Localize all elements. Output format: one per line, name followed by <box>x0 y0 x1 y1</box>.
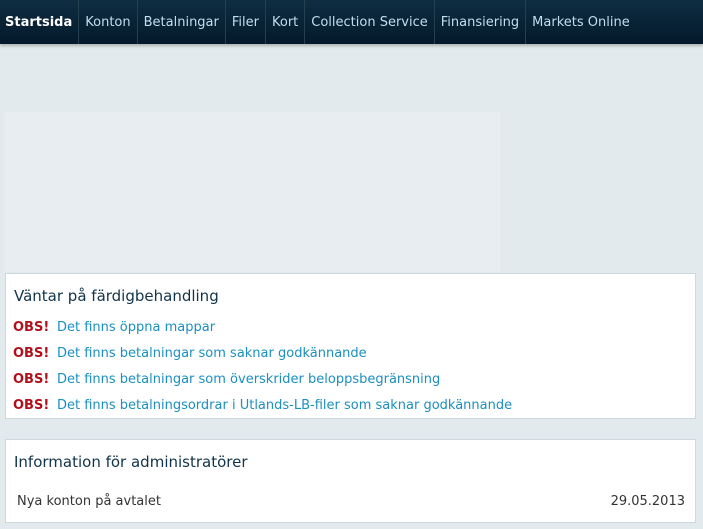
admin-panel: Information för administratörer Nya kont… <box>5 439 696 523</box>
pending-title: Väntar på färdigbehandling <box>14 287 219 305</box>
nav-konton[interactable]: Konton <box>79 0 138 44</box>
nav-kort[interactable]: Kort <box>266 0 306 44</box>
pending-link[interactable]: Det finns betalningar som överskrider be… <box>57 372 440 387</box>
nav-filer[interactable]: Filer <box>226 0 266 44</box>
main-nav: Startsida Konton Betalningar Filer Kort … <box>0 0 703 44</box>
pending-item: OBS! Det finns betalningar som saknar god… <box>13 346 367 361</box>
new-accounts-date: 29.05.2013 <box>610 494 685 509</box>
nav-markets-online[interactable]: Markets Online <box>526 0 636 44</box>
new-accounts-label: Nya konton på avtalet <box>17 494 161 509</box>
pending-link[interactable]: Det finns betalningar som saknar godkänn… <box>57 346 367 361</box>
pending-item: OBS! Det finns öppna mappar <box>13 320 215 335</box>
obs-label: OBS! <box>13 398 50 413</box>
pending-link[interactable]: Det finns betalningsordrar i Utlands-LB-… <box>57 398 512 413</box>
pending-link[interactable]: Det finns öppna mappar <box>57 320 215 335</box>
nav-finansiering[interactable]: Finansiering <box>435 0 527 44</box>
nav-startsida[interactable]: Startsida <box>0 0 80 44</box>
obs-label: OBS! <box>13 346 50 361</box>
nav-betalningar[interactable]: Betalningar <box>138 0 226 44</box>
banner-placeholder <box>5 112 500 272</box>
obs-label: OBS! <box>13 320 50 335</box>
pending-panel: Väntar på färdigbehandling OBS! Det finns… <box>5 273 696 419</box>
nav-collection-service[interactable]: Collection Service <box>305 0 435 44</box>
obs-label: OBS! <box>13 372 50 387</box>
pending-item: OBS! Det finns betalningsordrar i Utlands… <box>13 398 512 413</box>
admin-title: Information för administratörer <box>14 453 248 471</box>
pending-item: OBS! Det finns betalningar som överskride… <box>13 372 440 387</box>
